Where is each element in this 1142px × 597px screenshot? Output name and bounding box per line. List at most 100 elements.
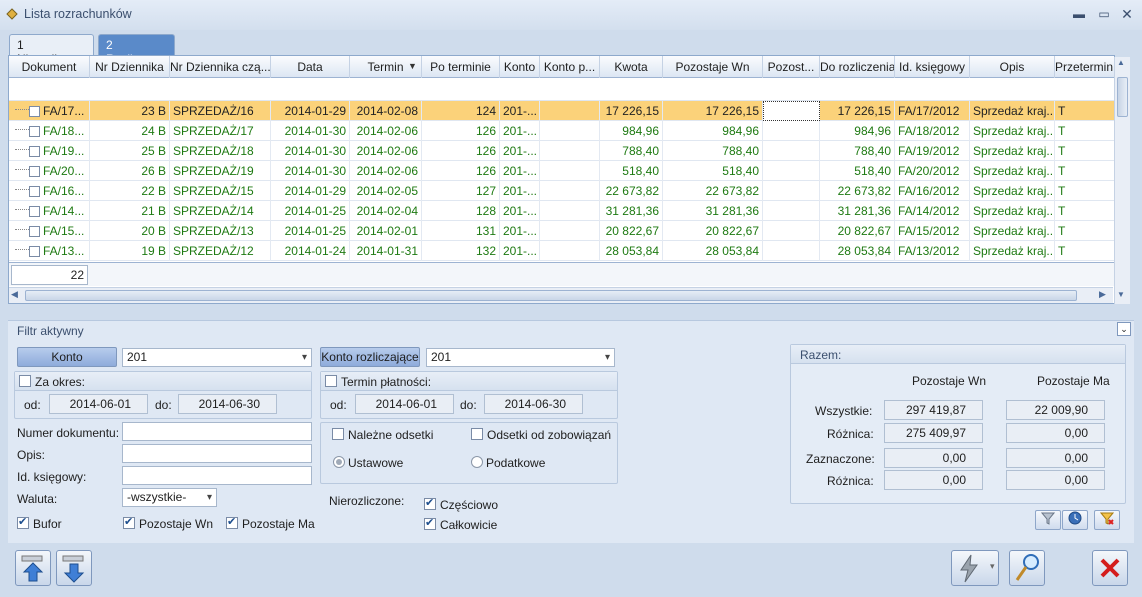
row-checkbox[interactable] bbox=[29, 166, 40, 178]
cell-id: FA/15/2012 bbox=[895, 221, 970, 241]
table-row[interactable]: FA/14... 21 B SPRZEDAŻ/14 2014-01-25 2014-02… bbox=[9, 201, 1114, 221]
do-date[interactable]: 2014-06-30 bbox=[178, 394, 277, 414]
tp-do-date[interactable]: 2014-06-30 bbox=[484, 394, 583, 414]
od-date[interactable]: 2014-06-01 bbox=[49, 394, 148, 414]
pozostaje-ma-label: Pozostaje Ma bbox=[242, 517, 315, 531]
table-row[interactable]: FA/19... 25 B SPRZEDAŻ/18 2014-01-30 2014-02… bbox=[9, 141, 1114, 161]
arrow-up-icon bbox=[21, 555, 44, 582]
konto-rozliczajace-button[interactable]: Konto rozliczające bbox=[320, 347, 420, 367]
konto-button[interactable]: Konto bbox=[17, 347, 117, 367]
cell-termin: 2014-02-06 bbox=[350, 161, 422, 181]
filter-row[interactable] bbox=[9, 79, 1114, 101]
column-header[interactable]: Przetermin... bbox=[1055, 56, 1114, 78]
scroll-left-icon[interactable]: ◀ bbox=[11, 289, 18, 300]
row-checkbox[interactable] bbox=[29, 226, 40, 238]
minimize-icon[interactable]: ▬ bbox=[1072, 7, 1086, 21]
cell-wn: 20 822,67 bbox=[663, 221, 763, 241]
column-header[interactable]: Data bbox=[271, 56, 350, 78]
table-row[interactable]: FA/17... 23 B SPRZEDAŻ/16 2014-01-29 2014-02… bbox=[9, 101, 1114, 121]
row-checkbox[interactable] bbox=[29, 146, 40, 158]
column-header[interactable]: Opis bbox=[970, 56, 1055, 78]
termin-platnosci-checkbox[interactable] bbox=[325, 375, 337, 387]
cell-po: 124 bbox=[422, 101, 500, 121]
horizontal-scrollbar[interactable]: ◀ ▶ bbox=[9, 287, 1113, 303]
filter-clock-icon[interactable] bbox=[1062, 510, 1088, 530]
cell-kwota: 20 822,67 bbox=[600, 221, 663, 241]
table-row[interactable]: FA/13... 19 B SPRZEDAŻ/12 2014-01-24 2014-01… bbox=[9, 241, 1114, 261]
ustawowe-radio[interactable] bbox=[333, 456, 345, 468]
vertical-scrollbar[interactable]: ▲ ▼ bbox=[1114, 57, 1130, 304]
podatkowe-radio[interactable] bbox=[471, 456, 483, 468]
odsetki-zobowiazan-checkbox[interactable] bbox=[471, 428, 483, 440]
tp-od-label: od: bbox=[330, 398, 347, 412]
cell-po: 131 bbox=[422, 221, 500, 241]
pozostaje-ma-checkbox[interactable] bbox=[226, 515, 238, 529]
numer-dokumentu-input[interactable] bbox=[122, 422, 312, 441]
nalezne-odsetki-checkbox[interactable] bbox=[332, 428, 344, 440]
cell-wn: 984,96 bbox=[663, 121, 763, 141]
scroll-right-icon[interactable]: ▶ bbox=[1099, 289, 1106, 300]
col-wn-header: Pozostaje Wn bbox=[912, 374, 987, 388]
row-checkbox[interactable] bbox=[29, 246, 40, 258]
lightning-dropdown-icon[interactable]: ▾ bbox=[990, 561, 995, 572]
collapse-filter-icon[interactable]: ⌄ bbox=[1117, 322, 1131, 336]
calkowicie-checkbox[interactable] bbox=[424, 516, 436, 530]
scroll-thumb[interactable] bbox=[1117, 77, 1128, 117]
column-header[interactable]: Nr Dziennika bbox=[90, 56, 170, 78]
konto-rozliczajace-select[interactable]: 201 bbox=[426, 348, 615, 367]
pozostaje-wn-checkbox[interactable] bbox=[123, 515, 135, 529]
column-header[interactable]: Id. księgowy bbox=[895, 56, 970, 78]
czesciowo-checkbox[interactable] bbox=[424, 496, 436, 510]
row-checkbox[interactable] bbox=[29, 106, 40, 118]
column-header[interactable]: Nr Dziennika czą... bbox=[170, 56, 271, 78]
waluta-select[interactable]: -wszystkie- bbox=[122, 488, 217, 507]
document-cell: FA/20... bbox=[9, 161, 90, 181]
column-header[interactable]: Konto bbox=[500, 56, 540, 78]
row-checkbox[interactable] bbox=[29, 186, 40, 198]
konto-select[interactable]: 201 bbox=[122, 348, 312, 367]
grid-header: Dokument Nr Dziennika Nr Dziennika czą... D… bbox=[9, 56, 1114, 78]
cell-poz[interactable] bbox=[763, 101, 820, 121]
column-header[interactable]: Do rozliczenia bbox=[820, 56, 895, 78]
opis-input[interactable] bbox=[122, 444, 312, 463]
row-checkbox[interactable] bbox=[29, 206, 40, 218]
table-row[interactable]: FA/18... 24 B SPRZEDAŻ/17 2014-01-30 2014-02… bbox=[9, 121, 1114, 141]
close-window-icon[interactable]: ✕ bbox=[1120, 7, 1134, 21]
filter-icon[interactable] bbox=[1035, 510, 1061, 530]
table-row[interactable]: FA/15... 20 B SPRZEDAŻ/13 2014-01-25 2014-02… bbox=[9, 221, 1114, 241]
table-row[interactable]: FA/20... 26 B SPRZEDAŻ/19 2014-01-30 2014-02… bbox=[9, 161, 1114, 181]
import-up-button[interactable] bbox=[15, 550, 51, 586]
clear-filter-icon[interactable] bbox=[1094, 510, 1120, 530]
cell-termin: 2014-02-05 bbox=[350, 181, 422, 201]
row-checkbox[interactable] bbox=[29, 126, 40, 138]
column-header[interactable]: Kwota bbox=[600, 56, 663, 78]
column-header[interactable]: Pozost... bbox=[763, 56, 820, 78]
cell-kwota: 22 673,82 bbox=[600, 181, 663, 201]
cell-id: FA/19/2012 bbox=[895, 141, 970, 161]
tab-nierozliczone[interactable]: 1 Nierozliczone bbox=[9, 34, 94, 66]
calkowicie-label: Całkowicie bbox=[440, 518, 498, 532]
column-header[interactable]: Konto p... bbox=[540, 56, 600, 78]
tp-od-date[interactable]: 2014-06-01 bbox=[355, 394, 454, 414]
scroll-down-icon[interactable]: ▼ bbox=[1117, 290, 1125, 299]
id-ksiegowy-input[interactable] bbox=[122, 466, 312, 485]
bufor-checkbox[interactable] bbox=[17, 515, 29, 529]
column-header[interactable]: Dokument bbox=[9, 56, 90, 78]
table-row[interactable]: FA/16... 22 B SPRZEDAŻ/15 2014-01-29 2014-02… bbox=[9, 181, 1114, 201]
export-down-button[interactable] bbox=[56, 550, 92, 586]
cell-kp bbox=[540, 161, 600, 181]
za-okres-checkbox[interactable] bbox=[19, 375, 31, 387]
tree-line bbox=[15, 161, 29, 170]
column-header[interactable]: Po terminie bbox=[422, 56, 500, 78]
cell-kp bbox=[540, 141, 600, 161]
window-title: Lista rozrachunków bbox=[24, 7, 132, 21]
close-button[interactable] bbox=[1092, 550, 1128, 586]
tab-rozliczone[interactable]: 2 Rozliczone bbox=[98, 34, 175, 66]
action-lightning-button[interactable]: ▾ bbox=[951, 550, 999, 586]
hscroll-thumb[interactable] bbox=[25, 290, 1077, 301]
maximize-icon[interactable]: ▭ bbox=[1097, 7, 1111, 21]
column-header[interactable]: Pozostaje Wn bbox=[663, 56, 763, 78]
search-button[interactable] bbox=[1009, 550, 1045, 586]
tree-line bbox=[15, 121, 29, 130]
scroll-up-icon[interactable]: ▲ bbox=[1117, 58, 1125, 67]
